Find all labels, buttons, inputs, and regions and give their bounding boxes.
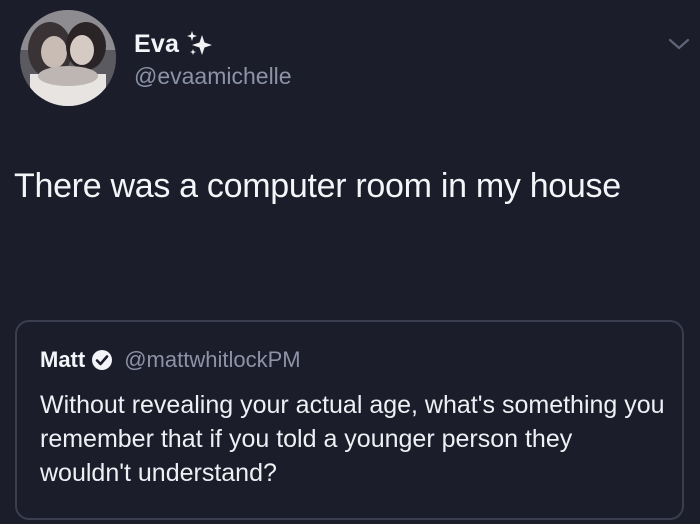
author-handle[interactable]: @evaamichelle <box>134 63 292 90</box>
sparkles-icon <box>187 31 213 55</box>
quoted-tweet-text: Without revealing your actual age, what'… <box>40 391 665 487</box>
tweet: Eva @evaamichelle There was a computer r… <box>0 0 700 524</box>
author-name-row: Eva <box>134 28 215 60</box>
avatar-photo <box>20 10 116 106</box>
quoted-author-display-name: Matt <box>40 347 86 372</box>
quoted-tweet-card[interactable]: Matt @mattwhitlockPM Without revealing y… <box>15 320 684 520</box>
chevron-down-icon[interactable] <box>667 36 691 52</box>
avatar[interactable] <box>20 10 116 106</box>
author-display-name[interactable]: Eva <box>134 30 179 59</box>
tweet-text: There was a computer room in my house <box>14 167 621 205</box>
quoted-tweet-header: Matt @mattwhitlockPM <box>40 346 301 374</box>
quoted-author-handle: @mattwhitlockPM <box>124 347 301 372</box>
verified-icon <box>92 350 113 370</box>
